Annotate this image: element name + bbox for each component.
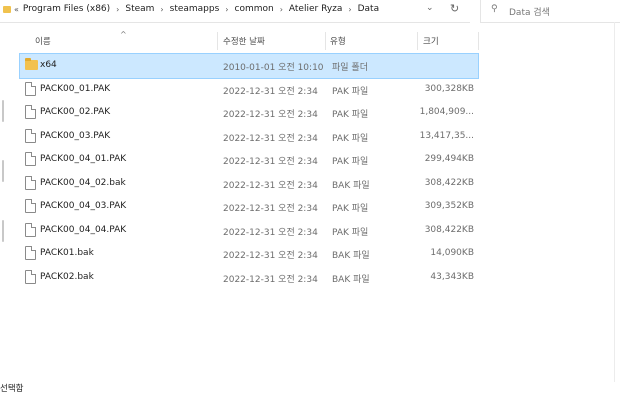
- file-name: PACK00_01.PAK: [40, 83, 111, 94]
- address-bar[interactable]: « Program Files (x86) › Steam › steamapp…: [0, 0, 470, 23]
- file-date: 2022-12-31 오전 2:34: [223, 227, 318, 238]
- file-name: PACK00_04_02.bak: [40, 177, 126, 188]
- breadcrumb-separator-icon: ›: [116, 4, 120, 14]
- file-name: PACK00_03.PAK: [40, 130, 111, 141]
- file-date: 2022-12-31 오전 2:34: [223, 86, 318, 97]
- file-row[interactable]: PACK00_04_01.PAK 2022-12-31 오전 2:34 PAK 파일…: [20, 148, 478, 172]
- file-size: 1,804,909...: [419, 107, 474, 117]
- file-icon: [25, 128, 36, 143]
- file-name: x64: [40, 60, 57, 70]
- file-icon: [25, 175, 36, 190]
- file-size: 300,328KB: [424, 83, 474, 94]
- file-date: 2010-01-01 오전 10:10: [223, 63, 324, 73]
- file-row[interactable]: PACK00_01.PAK 2022-12-31 오전 2:34 PAK 파일 300…: [20, 78, 478, 102]
- file-size: 308,422KB: [424, 224, 474, 235]
- file-date: 2022-12-31 오전 2:34: [223, 110, 318, 120]
- file-list: x64 2010-01-01 오전 10:10 파일 폴더 PACK00_01.PAK…: [19, 53, 479, 290]
- folder-icon: [3, 6, 11, 13]
- search-icon: ⚲: [491, 4, 498, 14]
- column-name[interactable]: 이름: [35, 35, 51, 47]
- file-row[interactable]: PACK00_02.PAK 2022-12-31 오전 2:34 PAK 파일 1,8…: [20, 101, 478, 125]
- file-type: PAK 파일: [332, 110, 369, 120]
- file-size: 309,352KB: [424, 201, 474, 211]
- chevron-down-icon[interactable]: ⌄: [426, 3, 434, 13]
- file-icon: [25, 152, 36, 166]
- nav-scroll-marker: [2, 160, 4, 182]
- file-name: PACK00_04_01.PAK: [40, 154, 127, 164]
- breadcrumb-program-files[interactable]: Program Files (x86): [23, 4, 110, 14]
- breadcrumb-separator-icon: ›: [279, 4, 283, 14]
- file-icon: [25, 246, 36, 260]
- breadcrumb-separator-icon: ›: [348, 4, 352, 14]
- file-row[interactable]: PACK02.bak 2022-12-31 오전 2:34 BAK 파일 43,343…: [20, 266, 478, 290]
- pane-divider: [614, 22, 615, 382]
- file-type: PAK 파일: [332, 86, 369, 97]
- file-name: PACK00_04_04.PAK: [40, 224, 127, 235]
- breadcrumb-common[interactable]: common: [235, 4, 274, 14]
- file-row[interactable]: PACK01.bak 2022-12-31 오전 2:34 BAK 파일 14,090…: [20, 242, 478, 266]
- nav-scroll-marker: [2, 100, 4, 122]
- breadcrumb-atelier-ryza[interactable]: Atelier Ryza: [289, 4, 343, 14]
- file-size: 43,343KB: [430, 271, 474, 282]
- breadcrumb-steamapps[interactable]: steamapps: [170, 4, 220, 14]
- file-type: PAK 파일: [332, 157, 369, 167]
- file-type: BAK 파일: [332, 251, 370, 261]
- folder-icon: [25, 58, 38, 70]
- file-type: PAK 파일: [332, 133, 369, 144]
- file-date: 2022-12-31 오전 2:34: [223, 274, 318, 285]
- file-date: 2022-12-31 오전 2:34: [223, 251, 318, 261]
- navigation-pane[interactable]: [0, 22, 10, 377]
- file-row[interactable]: x64 2010-01-01 오전 10:10 파일 폴더: [19, 53, 479, 79]
- file-row[interactable]: PACK00_04_04.PAK 2022-12-31 오전 2:34 PAK 파일…: [20, 219, 478, 243]
- file-type: BAK 파일: [332, 180, 370, 191]
- column-divider[interactable]: [325, 32, 326, 50]
- file-size: 308,422KB: [424, 177, 474, 188]
- status-text: 선택함: [0, 384, 24, 394]
- breadcrumb-steam[interactable]: Steam: [125, 4, 154, 14]
- overflow-chevron-icon[interactable]: «: [14, 5, 19, 14]
- file-row[interactable]: PACK00_04_02.bak 2022-12-31 오전 2:34 BAK 파일…: [20, 172, 478, 196]
- file-name: PACK00_04_03.PAK: [40, 201, 127, 211]
- nav-scroll-marker: [2, 220, 4, 242]
- file-type: PAK 파일: [332, 204, 369, 214]
- file-row[interactable]: PACK00_03.PAK 2022-12-31 오전 2:34 PAK 파일 13,…: [20, 125, 478, 149]
- column-divider[interactable]: [417, 32, 418, 50]
- file-icon: [25, 269, 36, 284]
- file-name: PACK01.bak: [40, 248, 94, 258]
- column-divider[interactable]: [478, 32, 479, 50]
- breadcrumb-separator-icon: ›: [225, 4, 229, 14]
- breadcrumb-data[interactable]: Data: [358, 4, 380, 14]
- file-date: 2022-12-31 오전 2:34: [223, 133, 318, 144]
- file-icon: [25, 105, 36, 119]
- file-icon: [25, 81, 36, 96]
- breadcrumb: « Program Files (x86) › Steam › steamapp…: [14, 4, 379, 14]
- column-size[interactable]: 크기: [423, 35, 439, 47]
- column-type[interactable]: 유형: [330, 35, 346, 47]
- file-name: PACK00_02.PAK: [40, 107, 111, 117]
- file-date: 2022-12-31 오전 2:34: [223, 180, 318, 191]
- file-date: 2022-12-31 오전 2:34: [223, 157, 318, 167]
- file-icon: [25, 222, 36, 237]
- file-size: 14,090KB: [430, 248, 474, 258]
- file-type: 파일 폴더: [332, 63, 368, 73]
- file-name: PACK02.bak: [40, 271, 94, 282]
- column-header: 이름 ^ 수정한 날짜 유형 크기: [20, 30, 480, 52]
- refresh-icon[interactable]: ↻: [450, 2, 459, 15]
- file-date: 2022-12-31 오전 2:34: [223, 204, 318, 214]
- file-type: PAK 파일: [332, 227, 369, 238]
- search-box[interactable]: ⚲ Data 검색: [480, 0, 620, 23]
- file-size: 299,494KB: [424, 154, 474, 164]
- file-icon: [25, 199, 36, 213]
- sort-up-icon: ^: [120, 30, 127, 39]
- file-size: 13,417,35...: [419, 130, 474, 141]
- column-date[interactable]: 수정한 날짜: [223, 35, 265, 47]
- breadcrumb-separator-icon: ›: [160, 4, 164, 14]
- search-input[interactable]: Data 검색: [509, 5, 550, 18]
- file-row[interactable]: PACK00_04_03.PAK 2022-12-31 오전 2:34 PAK 파일…: [20, 195, 478, 219]
- column-divider[interactable]: [217, 32, 218, 50]
- file-type: BAK 파일: [332, 274, 370, 285]
